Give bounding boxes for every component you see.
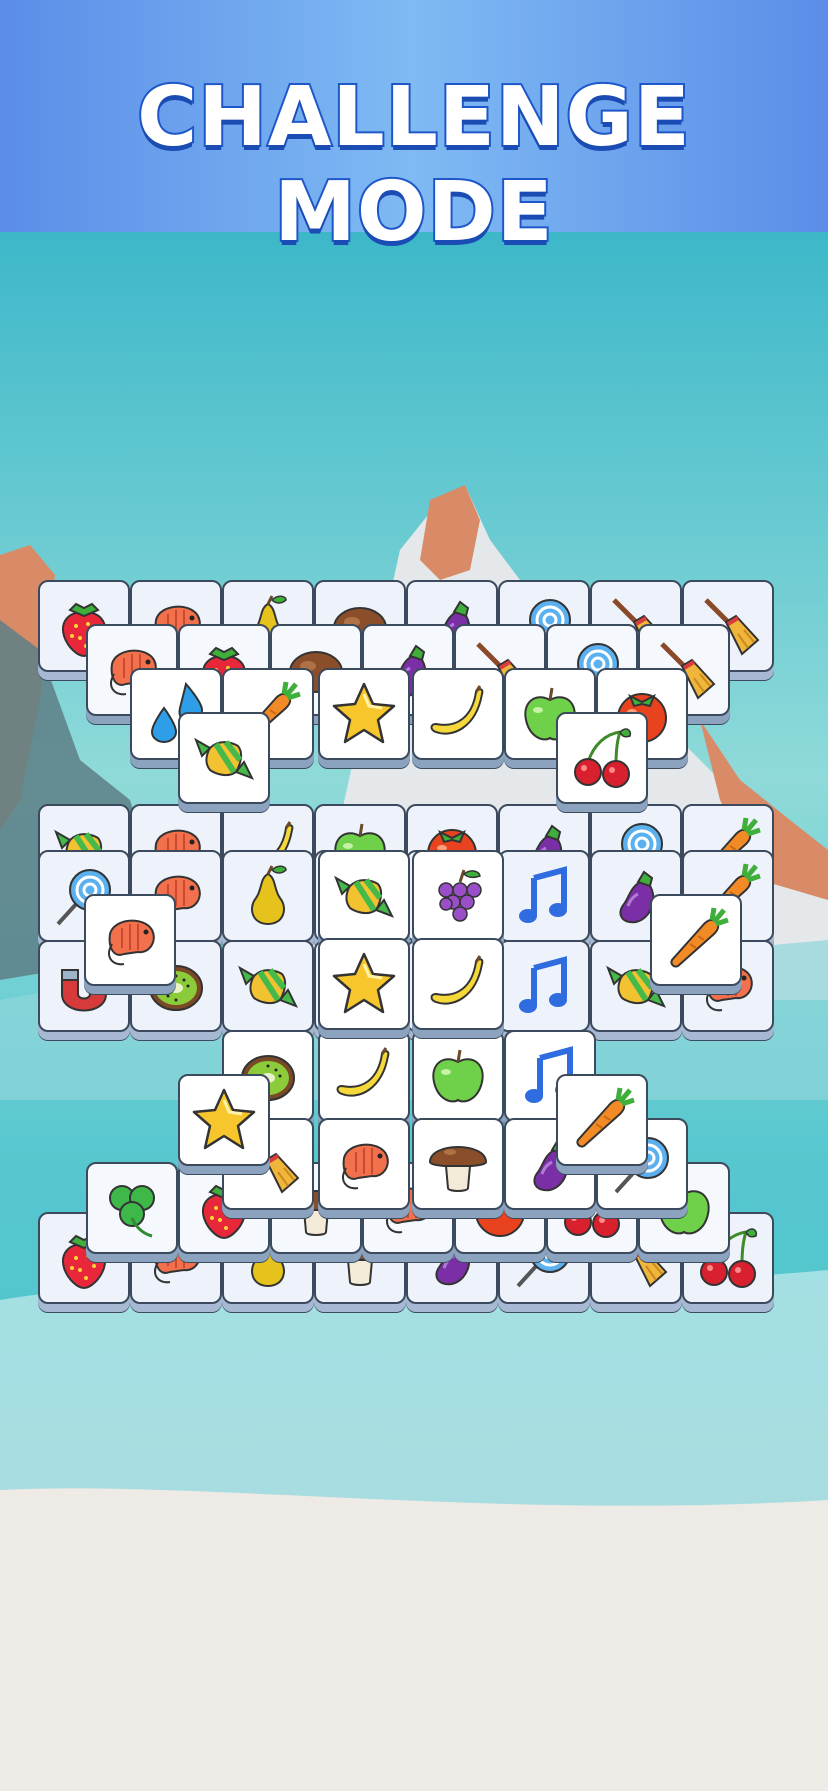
tile-banana[interactable]: [412, 668, 504, 760]
banana-icon: [336, 1047, 390, 1097]
apple-icon: [432, 1049, 484, 1103]
tile-shrimp[interactable]: [318, 1118, 410, 1210]
carrot-icon: [670, 907, 729, 968]
star-icon: [332, 682, 396, 744]
star-icon: [192, 1088, 256, 1150]
shrimp-icon: [108, 919, 155, 966]
tile-star[interactable]: [318, 668, 410, 760]
tile-grapes[interactable]: [412, 850, 504, 942]
cherry-icon: [574, 728, 632, 788]
tile-carrot[interactable]: [556, 1074, 648, 1166]
clover-icon: [109, 1185, 155, 1238]
grapes-icon: [438, 869, 482, 922]
tile-candy[interactable]: [222, 940, 314, 1032]
music-note-icon: [519, 956, 567, 1013]
tile-clover[interactable]: [86, 1162, 178, 1254]
tile-carrot[interactable]: [650, 894, 742, 986]
tile-music-note[interactable]: [498, 850, 590, 942]
mushroom-icon: [428, 1146, 488, 1192]
tile-banana[interactable]: [318, 1030, 410, 1122]
star-icon: [332, 952, 396, 1014]
tile-candy[interactable]: [318, 850, 410, 942]
tile-mushroom[interactable]: [412, 1118, 504, 1210]
tile-star[interactable]: [178, 1074, 270, 1166]
shrimp-icon: [342, 1143, 389, 1190]
pear-icon: [251, 865, 287, 926]
banana-icon: [430, 685, 484, 735]
candy-icon: [334, 875, 395, 918]
tile-music-note[interactable]: [498, 940, 590, 1032]
tile-star[interactable]: [318, 938, 410, 1030]
tile-pear[interactable]: [222, 850, 314, 942]
music-note-icon: [519, 866, 567, 923]
tile-candy[interactable]: [178, 712, 270, 804]
tile-apple[interactable]: [412, 1030, 504, 1122]
carrot-icon: [576, 1087, 635, 1148]
candy-icon: [194, 737, 255, 780]
tile-banana[interactable]: [412, 938, 504, 1030]
tile-cherry[interactable]: [556, 712, 648, 804]
banana-icon: [430, 955, 484, 1005]
candy-icon: [238, 965, 299, 1008]
tile-shrimp[interactable]: [84, 894, 176, 986]
tile-board: [0, 0, 828, 1791]
